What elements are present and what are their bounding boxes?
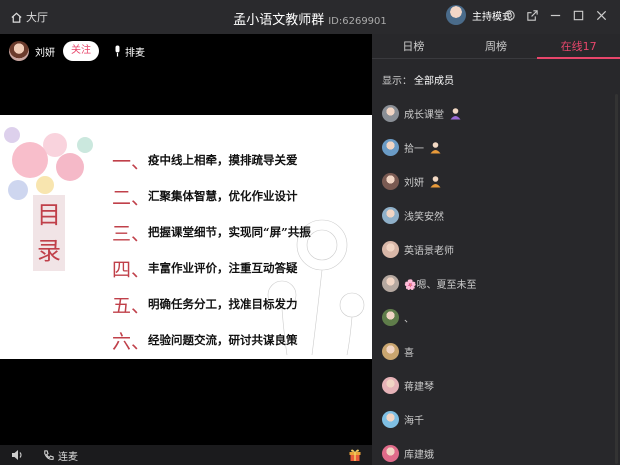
toc-item: 五、 明确任务分工，找准目标发力 [112, 286, 311, 322]
gift-icon[interactable] [348, 447, 362, 462]
member-name: 库建娥 [404, 449, 434, 461]
toc-text: 丰富作业评价，注重互动答疑 [148, 261, 298, 275]
list-item[interactable]: 库建娥 [372, 436, 620, 465]
avatar[interactable] [446, 5, 466, 25]
toc-number: 三、 [112, 222, 151, 245]
toc-text: 经验问题交流，研讨共谋良策 [148, 333, 298, 347]
mic-queue-button[interactable]: 排麦 [113, 44, 145, 59]
list-item[interactable]: 、 [372, 300, 620, 334]
host-icon [430, 141, 441, 153]
toc-item: 三、 把握课堂细节，实现同“屏”共振 [112, 214, 311, 250]
list-item[interactable]: 英语景老师 [372, 232, 620, 266]
member-filter[interactable]: 显示： 全部成员 [372, 59, 620, 96]
scrollbar[interactable] [615, 94, 618, 464]
list-item[interactable]: 蒋建琴 [372, 368, 620, 402]
member-name: 🌸嗯、夏至未至 [404, 279, 477, 291]
member-name: 成长课堂 [404, 109, 444, 121]
tab-weekly[interactable]: 周榜 [455, 34, 538, 58]
toc-number: 五、 [112, 294, 151, 317]
toc-text: 明确任务分工，找准目标发力 [148, 297, 298, 311]
filter-label: 显示： [382, 76, 412, 87]
toc-item: 二、 汇聚集体智慧，优化作业设计 [112, 178, 311, 214]
toc-item: 六、 经验问题交流，研讨共谋良策 [112, 322, 311, 358]
member-name: 海千 [404, 415, 424, 427]
avatar[interactable] [382, 172, 399, 190]
member-name: 喜 [404, 347, 414, 359]
tab-online[interactable]: 在线17 [537, 34, 620, 59]
window-controls [503, 9, 608, 22]
toc-item: 一、 疫中线上相牵，摸排疏导关爱 [112, 142, 311, 178]
follow-button[interactable]: 关注 [63, 41, 99, 61]
ranking-tabs: 日榜 周榜 在线17 [372, 34, 620, 59]
toc-number: 二、 [112, 186, 151, 209]
connect-mic-label: 连麦 [58, 452, 78, 463]
microphone-icon [115, 45, 120, 57]
member-name: 英语景老师 [404, 245, 454, 257]
member-name: 浅笑安然 [404, 211, 444, 223]
member-list: 成长课堂拾一刘妍浅笑安然英语景老师 🌸嗯、夏至未至、喜蒋建琴海千库建娥 [372, 96, 620, 465]
toc-number: 六、 [112, 330, 151, 353]
list-item[interactable]: 浅笑安然 [372, 198, 620, 232]
room-name: 孟小语文教师群 [233, 13, 325, 28]
member-name: 刘妍 [404, 177, 424, 189]
toc-number: 四、 [112, 258, 151, 281]
avatar[interactable] [382, 240, 399, 258]
close-icon[interactable] [595, 9, 608, 22]
settings-icon[interactable] [503, 9, 516, 22]
list-item[interactable]: 拾一 [372, 130, 620, 164]
avatar[interactable] [382, 410, 399, 428]
list-item[interactable]: 喜 [372, 334, 620, 368]
avatar[interactable] [382, 274, 399, 292]
list-item[interactable]: 刘妍 [372, 164, 620, 198]
member-name: 、 [404, 313, 414, 325]
avatar[interactable] [382, 138, 399, 156]
bottom-bar: 连麦 [0, 445, 372, 465]
admin-icon [450, 107, 461, 119]
toc-text: 疫中线上相牵，摸排疏导关爱 [148, 153, 298, 167]
phone-icon [44, 450, 54, 460]
tab-daily[interactable]: 日榜 [372, 34, 455, 58]
side-panel: 日榜 周榜 在线17 显示： 全部成员 成长课堂拾一刘妍浅笑安然英语景老师 🌸嗯、夏… [372, 34, 620, 465]
toc-number: 一、 [112, 150, 151, 173]
presenter-name: 刘妍 [35, 47, 55, 59]
table-of-contents: 一、 疫中线上相牵，摸排疏导关爱 二、 汇聚集体智慧，优化作业设计 三、 把握课堂细节，实… [112, 142, 311, 358]
avatar[interactable] [382, 444, 399, 462]
avatar[interactable] [382, 104, 399, 122]
slide-heading: 目录 [33, 195, 65, 271]
member-name: 蒋建琴 [404, 381, 434, 393]
list-item[interactable]: 海千 [372, 402, 620, 436]
toc-text: 把握课堂细节，实现同“屏”共振 [148, 225, 311, 239]
avatar[interactable] [9, 41, 29, 61]
toc-item: 四、 丰富作业评价，注重互动答疑 [112, 250, 311, 286]
maximize-icon[interactable] [572, 9, 585, 22]
host-icon [430, 175, 441, 187]
presentation-slide: 目录 一、 疫中线上相牵，摸排疏导关爱 二、 汇聚集体智慧，优化作业设计 三、 把握课堂细… [0, 115, 372, 359]
list-item[interactable]: 🌸嗯、夏至未至 [372, 266, 620, 300]
room-id: ID:6269901 [328, 16, 387, 27]
video-area: 刘妍 关注 排麦 目录 一、 疫中线上相牵，摸排疏导关爱 二、 汇聚集体智慧，优化作 [0, 34, 372, 445]
avatar[interactable] [382, 308, 399, 326]
mic-queue-label: 排麦 [125, 47, 145, 59]
volume-icon[interactable] [10, 448, 24, 462]
presenter-bar: 刘妍 关注 排麦 [9, 41, 145, 61]
member-name: 拾一 [404, 143, 424, 155]
filter-value[interactable]: 全部成员 [414, 76, 454, 87]
avatar[interactable] [382, 376, 399, 394]
list-item[interactable]: 成长课堂 [372, 96, 620, 130]
avatar[interactable] [382, 206, 399, 224]
avatar[interactable] [382, 342, 399, 360]
title-bar: 大厅 孟小语文教师群 ID:6269901 主持模式 [0, 0, 620, 34]
toc-text: 汇聚集体智慧，优化作业设计 [148, 189, 298, 203]
share-icon[interactable] [526, 9, 539, 22]
minimize-icon[interactable] [549, 9, 562, 22]
connect-mic-button[interactable]: 连麦 [42, 448, 78, 463]
